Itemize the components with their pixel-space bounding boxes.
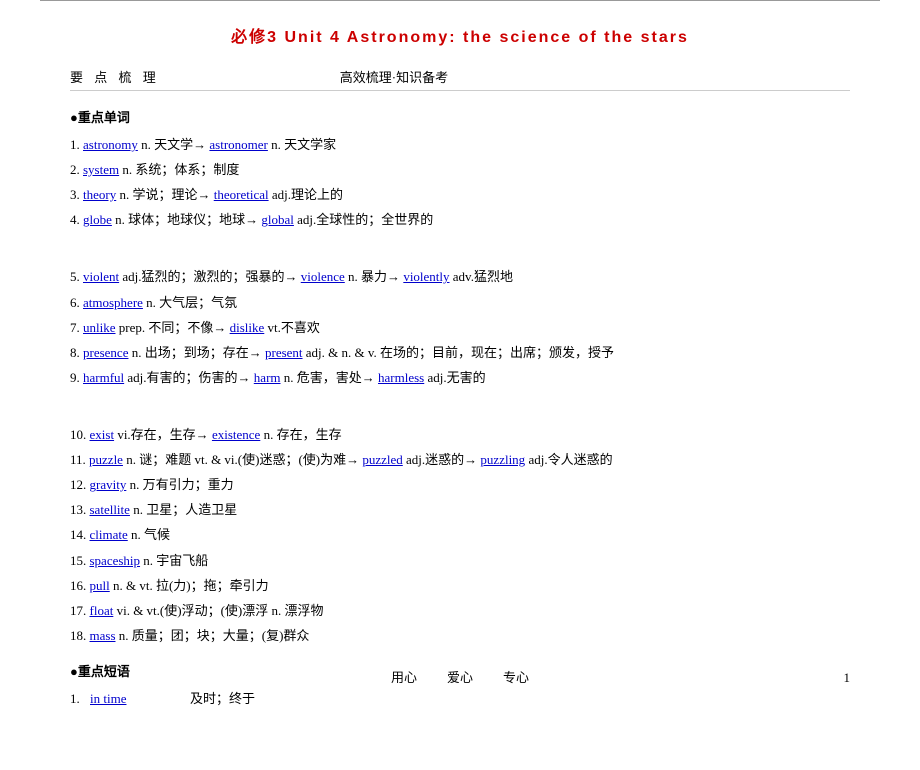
- footer: 用心 爱心 专心 1: [0, 667, 920, 686]
- word-link-theory[interactable]: theory: [83, 187, 116, 202]
- list-item: 5. violent adj.猛烈的；激烈的；强暴的→ violence n. …: [70, 266, 850, 288]
- word-num: 9.: [70, 370, 83, 385]
- word-link-gravity[interactable]: gravity: [90, 477, 127, 492]
- list-item: 15. spaceship n. 宇宙飞船: [70, 550, 850, 572]
- spacer2: [70, 392, 850, 414]
- word-link-unlike[interactable]: unlike: [83, 320, 116, 335]
- footer-right: 专心: [503, 667, 529, 686]
- word-link-harmless[interactable]: harmless: [378, 370, 424, 385]
- word-link-violence[interactable]: violence: [301, 269, 345, 284]
- footer-left: 用心: [391, 667, 417, 686]
- list-item: 17. float vi. & vt.(使)浮动；(使)漂浮 n. 漂浮物: [70, 600, 850, 622]
- word-list: 1. astronomy n. 天文学→ astronomer n. 天文学家 …: [70, 134, 850, 647]
- word-num: 10.: [70, 427, 90, 442]
- page-title: 必修3 Unit 4 Astronomy: the science of the…: [70, 23, 850, 47]
- word-num: 11.: [70, 452, 89, 467]
- word-num: 14.: [70, 527, 90, 542]
- word-link-astronomer[interactable]: astronomer: [209, 137, 267, 152]
- word-num: 13.: [70, 502, 90, 517]
- list-item: 6. atmosphere n. 大气层；气氛: [70, 292, 850, 314]
- word-link-harmful[interactable]: harmful: [83, 370, 124, 385]
- word-link-mass[interactable]: mass: [90, 628, 116, 643]
- word-num: 18.: [70, 628, 90, 643]
- phrase-list: 1. in time 及时；终于: [70, 688, 850, 710]
- list-item: 14. climate n. 气候: [70, 524, 850, 546]
- list-item: 1. astronomy n. 天文学→ astronomer n. 天文学家: [70, 134, 850, 156]
- word-num: 2.: [70, 162, 83, 177]
- word-link-theoretical[interactable]: theoretical: [214, 187, 269, 202]
- word-num: 7.: [70, 320, 83, 335]
- word-num: 12.: [70, 477, 90, 492]
- word-link-dislike[interactable]: dislike: [230, 320, 265, 335]
- word-link-puzzling[interactable]: puzzling: [480, 452, 525, 467]
- word-link-presence[interactable]: presence: [83, 345, 128, 360]
- list-item: 11. puzzle n. 谜；难题 vt. & vi.(使)迷惑；(使)为难→…: [70, 449, 850, 471]
- phrase-item: 1. in time 及时；终于: [70, 688, 850, 710]
- list-item: 4. globe n. 球体；地球仪；地球→ global adj.全球性的；全…: [70, 209, 850, 231]
- phrase-meaning: 及时；终于: [190, 688, 850, 710]
- word-link-in-time[interactable]: in time: [90, 691, 126, 706]
- word-link-pull[interactable]: pull: [90, 578, 110, 593]
- keyword-section-title: ●重点单词: [70, 107, 850, 126]
- word-link-spaceship[interactable]: spaceship: [90, 553, 141, 568]
- section-header-right: 高效梳理·知识备考: [340, 67, 448, 86]
- word-num: 4.: [70, 212, 83, 227]
- phrase-word: in time: [90, 688, 190, 710]
- word-num: 16.: [70, 578, 90, 593]
- spacer: [70, 234, 850, 256]
- word-link-global[interactable]: global: [261, 212, 294, 227]
- word-link-present[interactable]: present: [265, 345, 303, 360]
- list-item: 3. theory n. 学说；理论→ theoretical adj.理论上的: [70, 184, 850, 206]
- list-item: 13. satellite n. 卫星；人造卫星: [70, 499, 850, 521]
- section-header: 要 点 梳 理 高效梳理·知识备考: [70, 67, 850, 91]
- list-item: 7. unlike prep. 不同；不像→ dislike vt.不喜欢: [70, 317, 850, 339]
- word-link-atmosphere[interactable]: atmosphere: [83, 295, 143, 310]
- phrase-num: 1.: [70, 688, 90, 710]
- list-item: 10. exist vi.存在，生存→ existence n. 存在，生存: [70, 424, 850, 446]
- list-item: 16. pull n. & vt. 拉(力)；拖；牵引力: [70, 575, 850, 597]
- word-num: 17.: [70, 603, 90, 618]
- word-link-float[interactable]: float: [90, 603, 114, 618]
- word-link-puzzle[interactable]: puzzle: [89, 452, 123, 467]
- section-header-left: 要 点 梳 理: [70, 67, 160, 86]
- word-num: 6.: [70, 295, 83, 310]
- word-link-existence[interactable]: existence: [212, 427, 260, 442]
- word-link-harm[interactable]: harm: [254, 370, 281, 385]
- word-num: 1.: [70, 137, 83, 152]
- word-link-globe[interactable]: globe: [83, 212, 112, 227]
- word-num: 8.: [70, 345, 83, 360]
- list-item: 12. gravity n. 万有引力；重力: [70, 474, 850, 496]
- footer-page: 1: [844, 670, 851, 686]
- list-item: 18. mass n. 质量；团；块；大量；(复)群众: [70, 625, 850, 647]
- word-link-astronomy[interactable]: astronomy: [83, 137, 138, 152]
- word-num: 5.: [70, 269, 83, 284]
- word-link-system[interactable]: system: [83, 162, 119, 177]
- list-item: 8. presence n. 出场；到场；存在→ present adj. & …: [70, 342, 850, 364]
- word-link-violent[interactable]: violent: [83, 269, 119, 284]
- word-num: 3.: [70, 187, 83, 202]
- footer-center: 爱心: [447, 667, 473, 686]
- word-link-puzzled[interactable]: puzzled: [362, 452, 402, 467]
- word-link-violently[interactable]: violently: [403, 269, 449, 284]
- word-num: 15.: [70, 553, 90, 568]
- word-link-satellite[interactable]: satellite: [90, 502, 130, 517]
- list-item: 9. harmful adj.有害的；伤害的→ harm n. 危害，害处→ h…: [70, 367, 850, 389]
- word-link-climate[interactable]: climate: [90, 527, 128, 542]
- word-link-exist[interactable]: exist: [90, 427, 115, 442]
- list-item: 2. system n. 系统；体系；制度: [70, 159, 850, 181]
